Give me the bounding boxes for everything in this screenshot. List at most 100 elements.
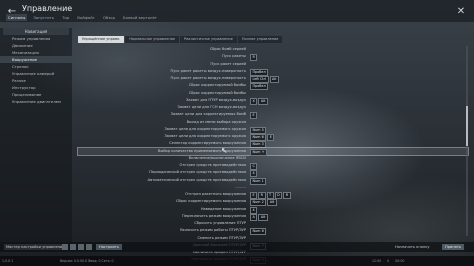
- binding-row[interactable]: Пуск ракет ракеты воздух-поверхность Проб…: [78, 68, 468, 76]
- binding-row[interactable]: Переключить режим вооружения A Alt: [78, 213, 468, 221]
- status-right: 12:00 0 00:00: [372, 256, 404, 266]
- import-icon[interactable]: [62, 243, 68, 250]
- title-bar: ← Управление Сигналы Запустить Тир Войфайт О…: [0, 0, 474, 22]
- binding-label: Отстрел средств противодействия: [179, 163, 247, 167]
- binding-label: Наведение вооружения: [200, 206, 246, 211]
- binding-row[interactable]: Селектор корректируемого вооружения Num 3: [78, 140, 468, 149]
- binding-row[interactable]: Сброс бомб серией: [78, 46, 468, 53]
- binding-label: Захват цели для корректируемых бомб: [170, 112, 246, 117]
- sidebar-item[interactable]: Движение: [0, 42, 72, 49]
- binding-row[interactable]: Включить режим работы ПТУР/ЗУР Num 6: [78, 227, 468, 236]
- sidebar: Навигация Режим управления Движение Механи…: [0, 28, 72, 242]
- binding-list: Сброс бомб серией Пуск ракеты R Пуск ракет …: [77, 46, 469, 265]
- status-item: 12:00: [372, 259, 382, 263]
- window-title: Управление: [22, 4, 73, 13]
- sidebar-list: Режим управления Движение Механизация Воору…: [0, 35, 72, 105]
- binding-label: Сброс корректируемой бомбы: [188, 83, 246, 88]
- binding-label: Включение/выключение ЯВСИ: [188, 155, 246, 160]
- preset-tab[interactable]: Реалистичное управление: [180, 36, 237, 43]
- sidebar-item[interactable]: Стрелок: [0, 63, 72, 70]
- preset-tab[interactable]: Нормальное управление: [125, 36, 180, 43]
- top-tab[interactable]: Запустить: [31, 14, 56, 21]
- binding-label: Автоматический отстрел средств противоде…: [147, 177, 246, 182]
- binding-row[interactable]: ———: [78, 184, 468, 191]
- binding-label: Периодический отстрел средств противодей…: [149, 170, 246, 175]
- status-version: 1.0.0.1: [2, 259, 14, 263]
- binding-label: Пуск ракет серией: [210, 61, 246, 66]
- binding-row[interactable]: Сброс корректируемой бомбы: [78, 90, 468, 97]
- top-tab[interactable]: Сигналы: [6, 14, 28, 21]
- sidebar-item[interactable]: Прицеливание: [0, 91, 72, 98]
- sidebar-item[interactable]: Механизация: [0, 49, 72, 56]
- sidebar-header: Навигация: [3, 28, 69, 35]
- sidebar-item[interactable]: Разное: [0, 77, 72, 84]
- binding-row[interactable]: Автоматический отстрел средств противоде…: [78, 177, 468, 185]
- binding-label: Сбросить управление ПТУР: [194, 221, 246, 225]
- apply-button[interactable]: Настроить: [96, 243, 123, 250]
- sidebar-item[interactable]: Инструктор: [0, 84, 72, 91]
- binding-label: Пуск ракет ракеты воздух-поверхность: [170, 76, 246, 80]
- preset-tabs: Упрощённое управл. Нормальное управление Р…: [78, 36, 283, 43]
- assign-key-button[interactable]: Назначить кнопку: [395, 244, 430, 250]
- binding-label: Сброс корректируемой бомбы: [188, 90, 246, 95]
- status-bar: 1.0.0.1 Версия: 0.0.00.0 Ввод: 0 Сеть: 0…: [0, 256, 474, 266]
- binding-row[interactable]: Захват цели для корректируемого оружия Nu…: [78, 133, 468, 141]
- binding-label: Выход из меню выбора оружия: [186, 119, 246, 124]
- top-tabs: Сигналы Запустить Тир Войфайт Обзор Боевой ве…: [6, 14, 159, 21]
- binding-row[interactable]: Пуск ракеты R: [78, 53, 468, 62]
- binding-row[interactable]: Пуск ракет ракеты воздух-поверхность Left…: [78, 75, 468, 83]
- binding-row[interactable]: Отстрел средств противодействия C: [78, 162, 468, 170]
- binding-label: Захват цели для корректируемого оружия: [164, 126, 246, 131]
- export-icon[interactable]: [70, 243, 76, 250]
- accept-button[interactable]: Принять: [442, 243, 465, 250]
- binding-row[interactable]: Сброс корректируемого вооружения Num 2 Alt: [78, 198, 468, 207]
- delete-icon[interactable]: [86, 243, 92, 250]
- top-tab[interactable]: Войфайт: [75, 14, 97, 21]
- top-tab[interactable]: Обзор: [101, 14, 117, 21]
- binding-row[interactable]: Отстрел ракетного вооружения E R T D R: [78, 191, 468, 199]
- binding-row[interactable]: Захват цели для ГСН воздух-воздух: [78, 104, 468, 111]
- binding-label: ———: [235, 184, 246, 189]
- binding-label: Захват цели для корректируемого оружия: [164, 134, 246, 138]
- wizard-button[interactable]: Мастер настройки управления: [4, 243, 67, 250]
- binding-row[interactable]: Выбор количества применяемого вооружения…: [77, 146, 469, 156]
- bottom-toolbar: Мастер настройки управления Настроить На…: [0, 242, 474, 252]
- sidebar-item[interactable]: Управление двигателем: [0, 98, 72, 105]
- binding-label: Сменить режим ПТУР/ЗУР: [197, 235, 246, 240]
- binding-label: Пуск ракет ракеты воздух-поверхность: [170, 68, 246, 73]
- binding-row[interactable]: Выход из меню выбора оружия: [78, 119, 468, 126]
- binding-row[interactable]: Захват цели для корректируемого оружия Nu…: [78, 126, 468, 134]
- binding-row[interactable]: Захват цели для корректируемых бомб E: [78, 111, 468, 120]
- binding-label: Сброс корректируемого вооружения: [175, 199, 246, 204]
- top-tab[interactable]: Боевой вертолёт: [121, 14, 159, 21]
- binding-label: Выбор количества применяемого вооружения: [158, 148, 246, 153]
- preset-tab[interactable]: Полное управление: [237, 36, 283, 43]
- binding-label: Переключить режим вооружения: [182, 213, 246, 218]
- binding-row[interactable]: Включение/выключение ЯВСИ: [78, 155, 468, 162]
- scrollbar[interactable]: [466, 46, 468, 236]
- scroll-thumb[interactable]: [466, 106, 468, 146]
- binding-label: Захват для ПТУР воздух-воздух: [186, 97, 246, 102]
- close-icon[interactable]: ✕: [454, 4, 468, 18]
- binding-label: Сброс бомб серией: [209, 47, 246, 51]
- mouse-cursor-icon: ↖: [221, 146, 228, 155]
- binding-label: Пуск ракеты: [222, 54, 246, 59]
- sidebar-item[interactable]: Вооружение: [0, 56, 72, 63]
- binding-label: Включить режим работы ПТУР/ЗУР: [180, 228, 246, 233]
- binding-row[interactable]: Периодический отстрел средств противодей…: [78, 169, 468, 178]
- binding-label: Селектор корректируемого вооружения: [169, 141, 246, 146]
- binding-label: Отстрел ракетного вооружения: [185, 192, 246, 196]
- binding-row[interactable]: Сменить режим ПТУР/ЗУР: [78, 235, 468, 242]
- binding-label: Захват цели для ГСН воздух-воздух: [177, 105, 246, 109]
- preset-tab[interactable]: Упрощённое управл.: [78, 36, 125, 43]
- binding-row[interactable]: Сбросить управление ПТУР: [78, 220, 468, 227]
- binding-row[interactable]: Пуск ракет серией: [78, 61, 468, 68]
- reset-icon[interactable]: [78, 243, 84, 250]
- sidebar-item[interactable]: Управление камерой: [0, 70, 72, 77]
- binding-row[interactable]: Наведение вооружения 4: [78, 206, 468, 214]
- binding-row[interactable]: Сброс корректируемой бомбы Пробел: [78, 82, 468, 91]
- binding-row[interactable]: Захват для ПТУР воздух-воздух X Alt: [78, 97, 468, 105]
- status-info: Версия: 0.0.00.0 Ввод: 0 Сеть: 0: [60, 259, 114, 263]
- top-tab[interactable]: Тир: [60, 14, 71, 21]
- sidebar-item[interactable]: Режим управления: [0, 35, 72, 42]
